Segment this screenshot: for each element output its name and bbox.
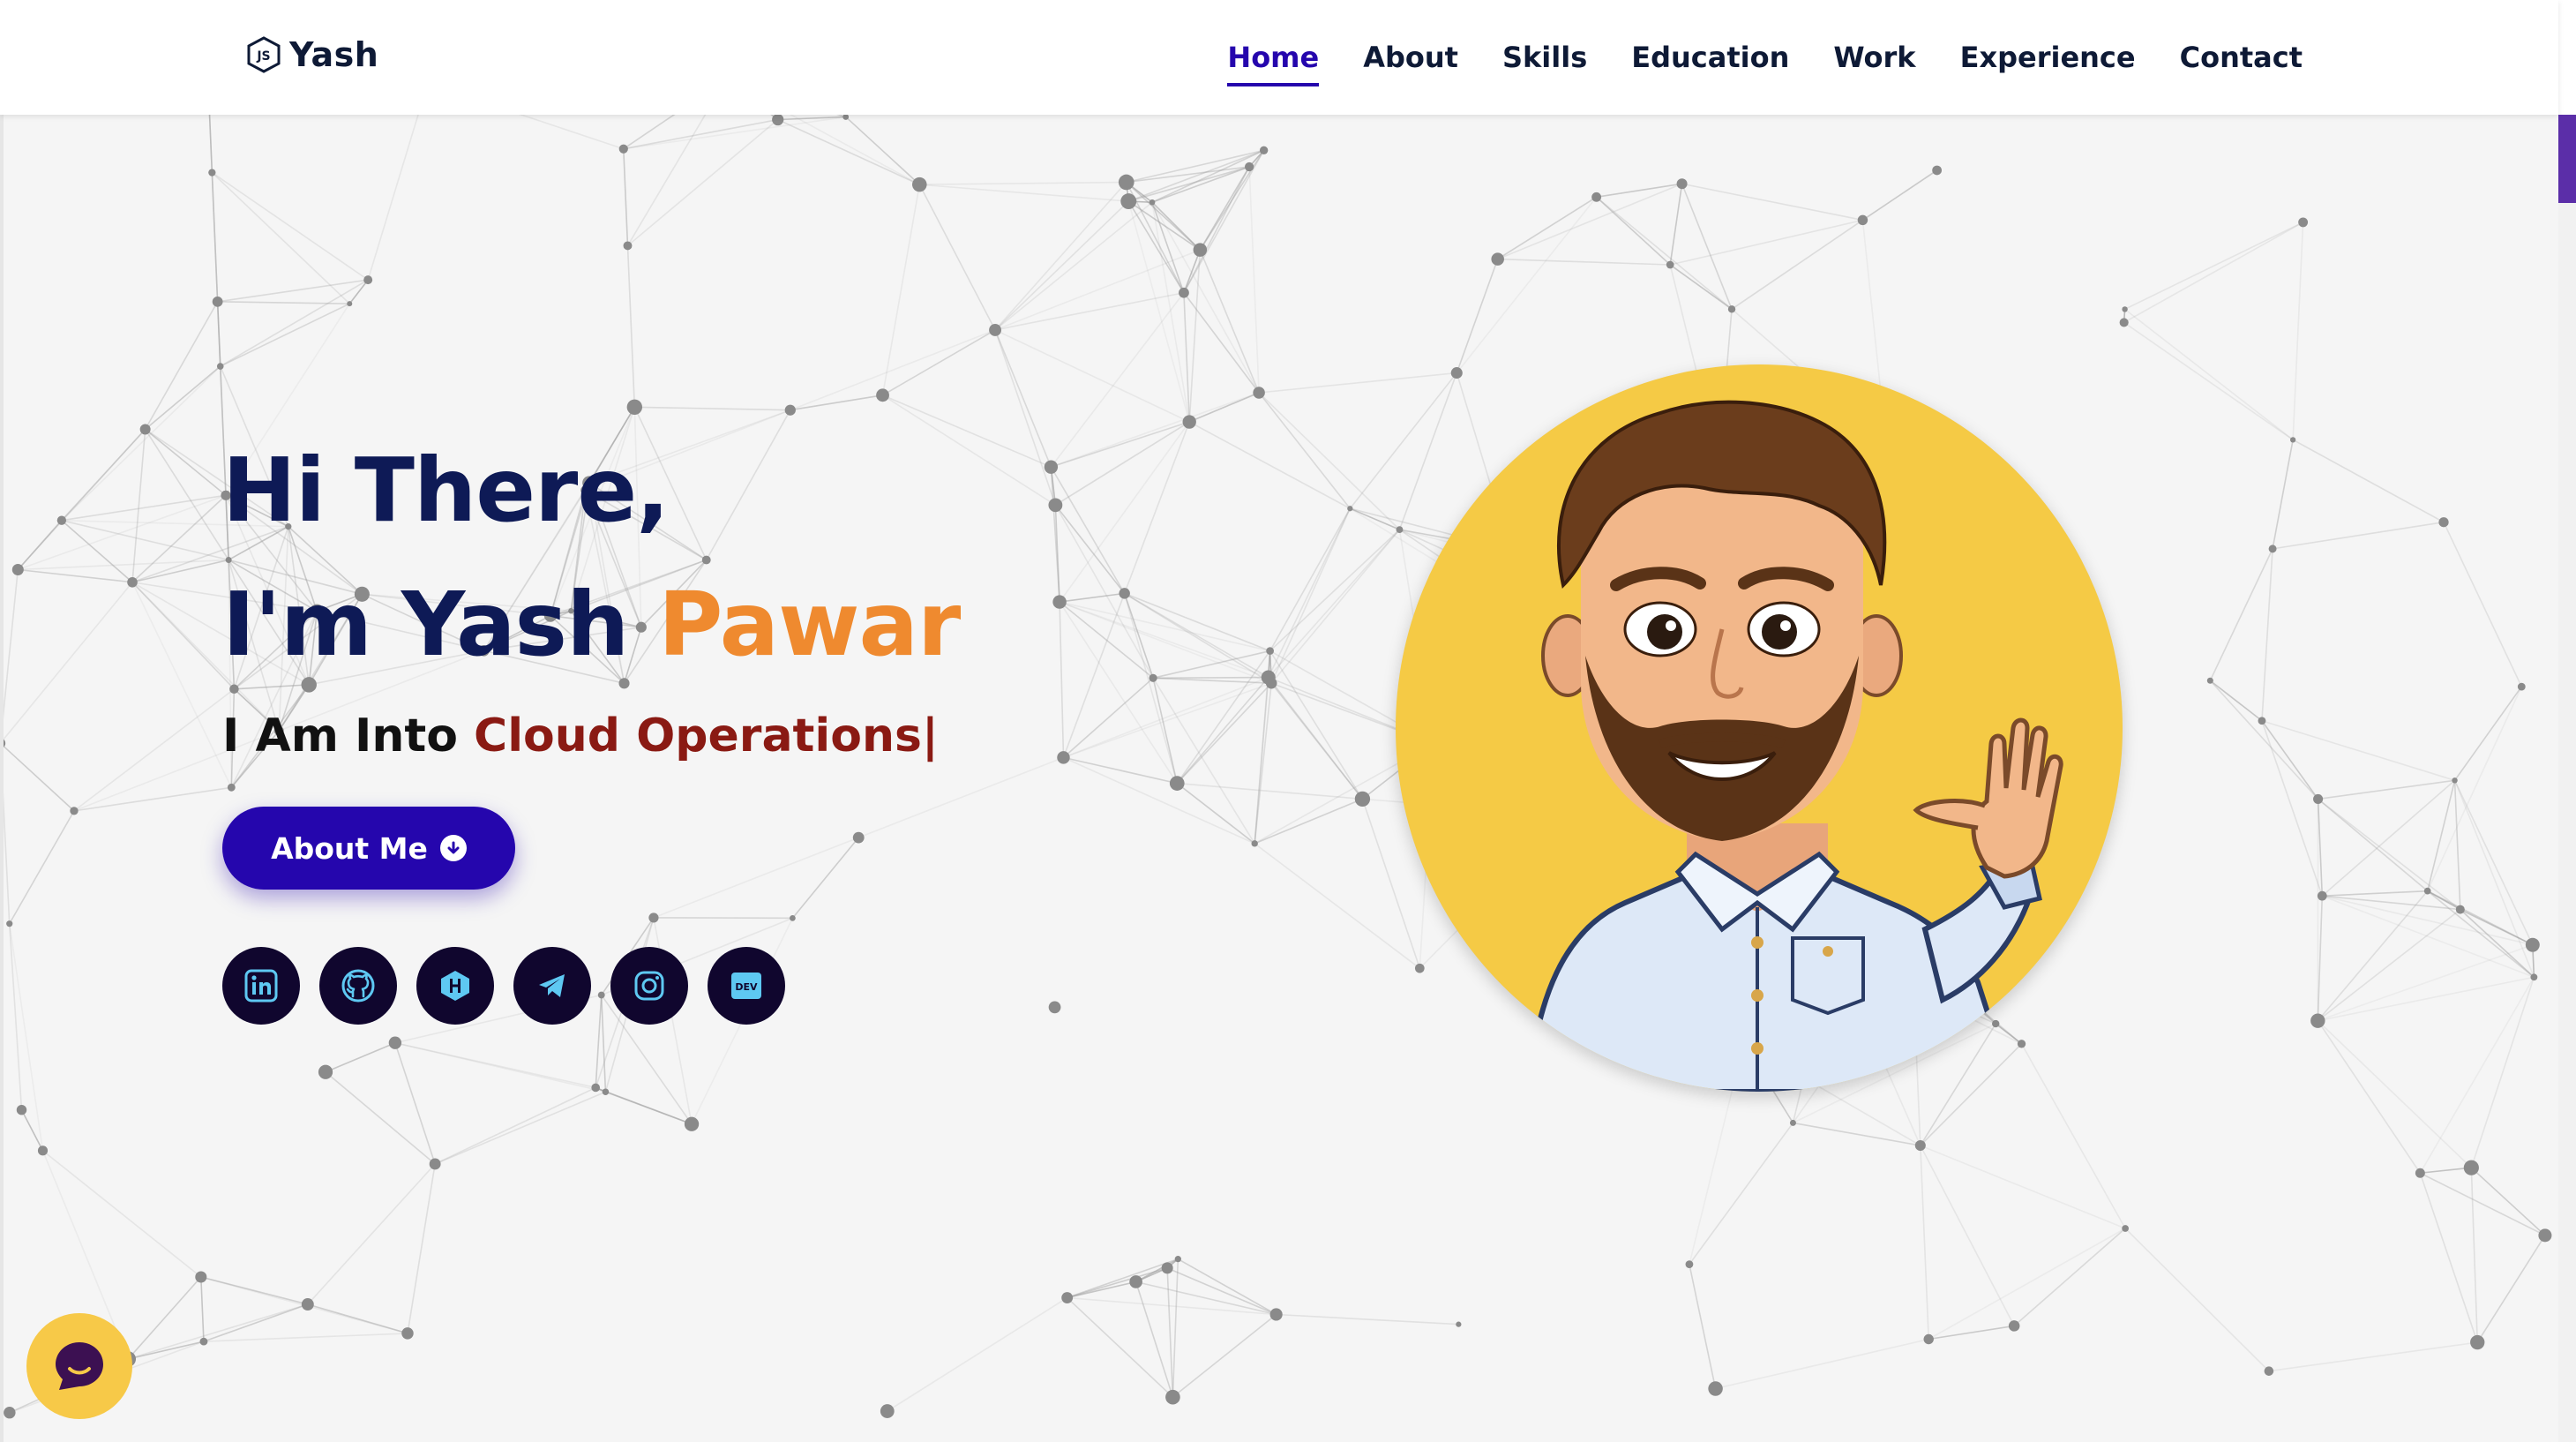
typing-prefix: I Am Into [222,710,475,762]
arrow-down-circle-icon [439,835,467,861]
nav-contact[interactable]: Contact [2180,34,2303,81]
about-me-button[interactable]: About Me [222,807,515,890]
typing-text: I Am Into Cloud Operations| [222,710,960,762]
nav-about[interactable]: About [1363,34,1458,81]
hero-section: Hi There, I'm Yash Pawar I Am Into Cloud… [222,424,961,762]
hero-greeting: Hi There, I'm Yash Pawar [222,424,961,692]
brand-logo[interactable]: JS Yash [245,35,378,74]
instagram-icon[interactable] [610,947,688,1025]
main-nav: Home About Skills Education Work Experie… [1183,0,2303,115]
about-me-label: About Me [271,830,428,866]
chat-bubble-icon [56,1342,103,1390]
svg-text:JS: JS [256,49,270,64]
telegram-icon[interactable] [513,947,591,1025]
nav-work[interactable]: Work [1833,34,1915,81]
profile-avatar [1396,364,2123,1092]
linkedin-icon[interactable] [222,947,300,1025]
hashnode-icon[interactable] [416,947,494,1025]
svg-text:DEV: DEV [735,981,758,993]
typing-role: Cloud Operations [474,710,922,762]
greeting-line1: Hi There, [222,439,670,542]
nav-education[interactable]: Education [1631,34,1789,81]
chat-widget-button[interactable] [26,1313,132,1419]
js-logo-icon: JS [247,36,281,73]
greeting-surname: Pawar [658,573,961,676]
nav-experience[interactable]: Experience [1960,34,2136,81]
page-scrollbar[interactable] [2558,0,2576,1442]
dev-icon[interactable]: DEV [708,947,785,1025]
brand-name: Yash [289,35,379,74]
scrollbar-thumb[interactable] [2558,115,2576,203]
avatar-illustration [1524,400,2063,1092]
nav-skills[interactable]: Skills [1502,34,1587,81]
nav-home[interactable]: Home [1227,34,1319,86]
site-header: JS Yash Home About Skills Education Work… [0,0,2558,115]
social-links: DEV [222,947,805,1025]
greeting-name: I'm Yash [222,573,659,676]
scrollbar-track-top [2558,0,2576,115]
typing-cursor: | [921,710,939,762]
left-edge [0,0,4,1442]
github-icon[interactable] [319,947,397,1025]
